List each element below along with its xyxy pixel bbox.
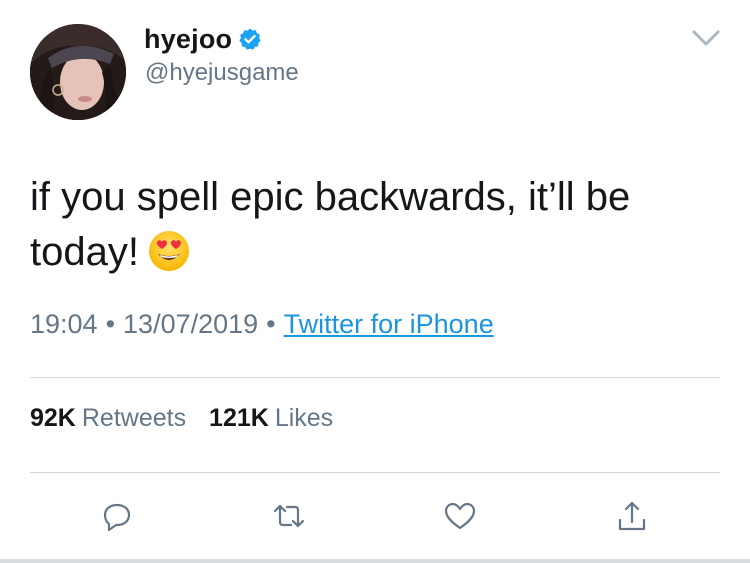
meta-separator: • bbox=[266, 309, 276, 339]
chevron-down-icon[interactable] bbox=[690, 26, 722, 50]
share-button[interactable] bbox=[612, 496, 652, 536]
meta-separator: • bbox=[105, 309, 116, 339]
like-button[interactable] bbox=[440, 496, 480, 536]
likes-count: 121K bbox=[209, 404, 269, 432]
tweet-text-content: if you spell epic backwards, it’ll be to… bbox=[30, 175, 631, 274]
bottom-border bbox=[0, 559, 750, 563]
tweet-meta: 19:04 • 13/07/2019 • Twitter for iPhone bbox=[30, 306, 494, 342]
display-name[interactable]: hyejoo bbox=[144, 22, 232, 56]
likes-label: Likes bbox=[274, 404, 334, 432]
divider bbox=[30, 377, 720, 378]
source-link[interactable]: Twitter for iPhone bbox=[284, 309, 494, 339]
tweet-stats: 92K Retweets 121K Likes bbox=[30, 402, 333, 434]
retweet-button[interactable] bbox=[269, 496, 309, 536]
likes-stat[interactable]: 121K Likes bbox=[209, 402, 333, 434]
action-bar bbox=[0, 496, 750, 540]
retweets-count: 92K bbox=[30, 404, 76, 432]
tweet-date: 13/07/2019 bbox=[123, 309, 259, 339]
heart-eyes-emoji-icon bbox=[147, 229, 191, 273]
reply-icon bbox=[103, 503, 131, 532]
retweets-stat[interactable]: 92K Retweets bbox=[30, 402, 186, 434]
tweet-time: 19:04 bbox=[30, 309, 98, 339]
avatar[interactable] bbox=[30, 24, 126, 120]
user-handle[interactable]: @hyejusgame bbox=[145, 58, 299, 88]
divider bbox=[30, 472, 720, 473]
reply-button[interactable] bbox=[97, 496, 137, 536]
verified-badge-icon bbox=[238, 27, 262, 51]
like-icon bbox=[444, 502, 476, 530]
retweets-label: Retweets bbox=[81, 404, 187, 432]
name-row: hyejoo bbox=[144, 22, 262, 56]
tweet-text: if you spell epic backwards, it’ll be to… bbox=[30, 170, 710, 280]
tweet-card: hyejoo @hyejusgame if you spell epic bac… bbox=[0, 0, 750, 563]
retweet-icon bbox=[273, 504, 305, 528]
share-icon bbox=[618, 501, 646, 531]
